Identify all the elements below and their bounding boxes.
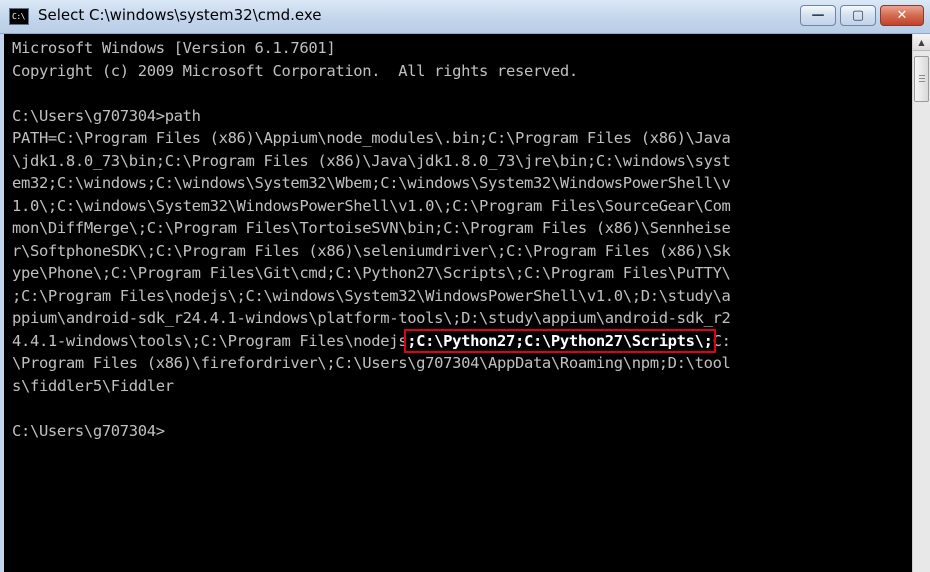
title-bar[interactable]: C:\ Select C:\windows\system32\cmd.exe —… bbox=[0, 0, 930, 34]
cmd-app-icon[interactable]: C:\ bbox=[9, 8, 29, 25]
close-button[interactable]: ✕ bbox=[880, 5, 924, 26]
console-line: em32;C:\windows;C:\windows\System32\Wbem… bbox=[12, 174, 731, 192]
console-line: s\fiddler5\Fiddler bbox=[12, 376, 174, 395]
scroll-up-arrow-icon[interactable]: ▲ bbox=[913, 34, 930, 51]
console-line: \jdk1.8.0_73\bin;C:\Program Files (x86)\… bbox=[12, 151, 731, 170]
console-line: mon\DiffMerge\;C:\Program Files\Tortoise… bbox=[12, 219, 731, 237]
console-line: ;C:\Program Files\nodejs\;C:\windows\Sys… bbox=[12, 286, 731, 305]
console-output-area[interactable]: Microsoft Windows [Version 6.1.7601] Copy… bbox=[0, 34, 912, 572]
console-line: PATH=C:\Program Files (x86)\Appium\node_… bbox=[12, 129, 731, 147]
console-line-highlighted: 4.4.1-windows\tools\;C:\Program Files\no… bbox=[12, 328, 731, 353]
console-line: Copyright (c) 2009 Microsoft Corporation… bbox=[12, 61, 578, 80]
console-text-after-highlight: C: bbox=[712, 331, 731, 350]
window-title: Select C:\windows\system32\cmd.exe bbox=[38, 6, 322, 24]
console-prompt[interactable]: C:\Users\g707304> bbox=[12, 420, 731, 443]
console-line: 1.0\;C:\windows\System32\WindowsPowerShe… bbox=[12, 196, 731, 215]
maximize-button[interactable]: ▢ bbox=[840, 5, 876, 26]
console-line: ppium\android-sdk_r24.4.1-windows\platfo… bbox=[12, 309, 731, 327]
grip-line bbox=[919, 78, 925, 79]
highlighted-python-path[interactable]: ;C:\Python27;C:\Python27\Scripts\; bbox=[404, 328, 716, 353]
vertical-scrollbar[interactable]: ▲ bbox=[912, 34, 930, 572]
console-line: Microsoft Windows [Version 6.1.7601] bbox=[12, 39, 336, 57]
console-line: \Program Files (x86)\firefordriver\;C:\U… bbox=[12, 354, 731, 372]
grip-line bbox=[919, 81, 925, 82]
console-line: ype\Phone\;C:\Program Files\Git\cmd;C:\P… bbox=[12, 264, 731, 282]
console-line: C:\Users\g707304>path bbox=[12, 106, 201, 125]
minimize-button[interactable]: — bbox=[800, 5, 836, 26]
window-controls: — ▢ ✕ bbox=[800, 5, 924, 27]
console-text-before-highlight: 4.4.1-windows\tools\;C:\Program Files\no… bbox=[12, 331, 408, 350]
console-text: Microsoft Windows [Version 6.1.7601] Copy… bbox=[12, 37, 731, 442]
scrollbar-thumb[interactable] bbox=[914, 56, 929, 102]
grip-line bbox=[919, 75, 925, 76]
console-line: r\SoftphoneSDK\;C:\Program Files (x86)\s… bbox=[12, 241, 731, 260]
